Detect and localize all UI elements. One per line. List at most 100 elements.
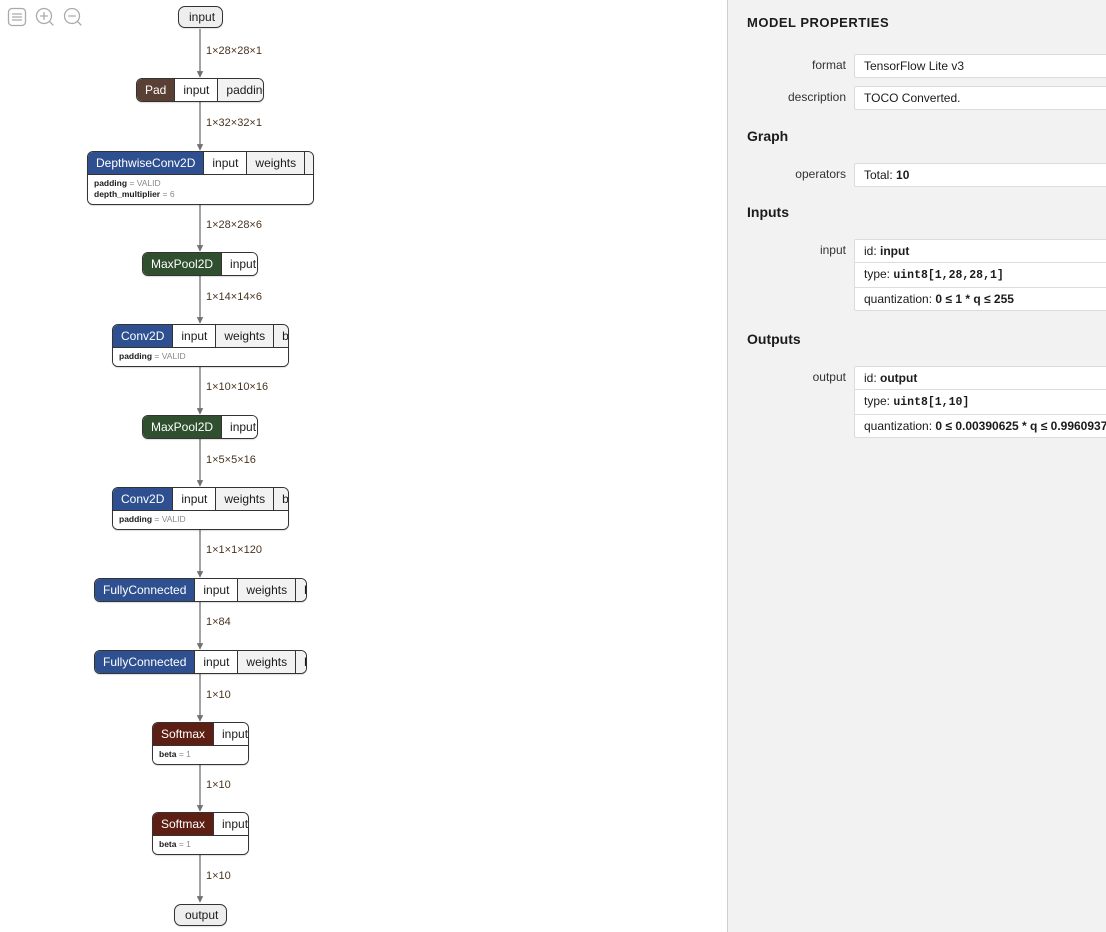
node-attributes: beta = 1: [153, 835, 248, 854]
zoom-out-icon[interactable]: [62, 6, 84, 28]
graph-node-conv2d-2[interactable]: Conv2D input weights bias padding = VALI…: [112, 487, 289, 530]
node-header: FullyConnected input weights bias: [95, 651, 306, 673]
graph-node-output-label: output: [185, 908, 219, 922]
input-id-label: id:: [864, 244, 881, 258]
edge-label: 1×32×32×1: [206, 117, 262, 129]
graph-node-input-label: input: [189, 10, 216, 24]
node-header: FullyConnected input weights bias: [95, 579, 306, 601]
section-heading-outputs: Outputs: [747, 331, 801, 347]
node-arg-weights[interactable]: weights: [215, 488, 274, 510]
property-label: operators: [795, 167, 846, 181]
attribute-value: 1: [186, 839, 191, 849]
edge-label: 1×84: [206, 616, 231, 628]
graph-node-depthwiseconv2d[interactable]: DepthwiseConv2D input weights bias paddi…: [87, 151, 314, 205]
edge-label: 1×1×1×120: [206, 544, 262, 556]
node-arg-input[interactable]: input: [213, 813, 248, 835]
attribute-value: VALID: [161, 351, 186, 361]
node-arg-weights[interactable]: weights: [246, 152, 305, 174]
input-quantization-value: 0 ≤ 1 * q ≤ 255: [935, 292, 1014, 306]
node-arg-input[interactable]: input: [194, 579, 238, 601]
graph-node-conv2d-1[interactable]: Conv2D input weights bias padding = VALI…: [112, 324, 289, 367]
property-label: description: [787, 90, 846, 104]
node-arg-bias[interactable]: bias: [273, 325, 288, 347]
node-type-label: FullyConnected: [95, 651, 195, 673]
node-attribute-row: beta = 1: [159, 839, 191, 849]
input-type-value: uint8[1,28,28,1]: [893, 269, 1004, 282]
operators-total-prefix: Total:: [864, 168, 897, 182]
attribute-key: padding: [119, 351, 153, 361]
node-type-label: Softmax: [153, 723, 214, 745]
node-type-label: Pad: [137, 79, 175, 101]
graph-canvas[interactable]: input Pad input paddings DepthwiseConv2D…: [0, 0, 727, 932]
graph-node-softmax-2[interactable]: Softmax input beta = 1: [152, 812, 249, 855]
section-heading-inputs: Inputs: [747, 204, 789, 220]
graph-node-softmax-1[interactable]: Softmax input beta = 1: [152, 722, 249, 765]
property-label: format: [811, 58, 846, 72]
attribute-value: 6: [169, 189, 175, 199]
node-arg-input[interactable]: input: [172, 488, 216, 510]
attribute-key: padding: [94, 178, 128, 188]
node-arg-bias[interactable]: bias: [304, 152, 313, 174]
node-arg-input[interactable]: input: [203, 152, 247, 174]
attribute-key: padding: [119, 514, 153, 524]
graph-node-output[interactable]: output: [174, 904, 227, 926]
node-header: MaxPool2D input: [143, 416, 257, 438]
edge-label: 1×10×10×16: [206, 381, 269, 393]
property-row-operators: operators Total: 10: [728, 163, 1106, 195]
node-arg-bias[interactable]: bias: [295, 579, 306, 601]
output-type-label: type:: [864, 394, 894, 408]
property-value[interactable]: Total: 10: [854, 163, 1106, 187]
node-attributes: beta = 1: [153, 745, 248, 764]
menu-icon[interactable]: [6, 6, 28, 28]
property-value[interactable]: TensorFlow Lite v3: [854, 54, 1106, 78]
input-id-row[interactable]: id: input: [854, 239, 1106, 262]
node-type-label: Softmax: [153, 813, 214, 835]
node-type-label: FullyConnected: [95, 579, 195, 601]
graph-node-fullyconnected-2[interactable]: FullyConnected input weights bias: [94, 650, 307, 674]
edge-label: 1×14×14×6: [206, 291, 262, 303]
property-row-input: input id: input type: uint8[1,28,28,1] q…: [728, 239, 1106, 311]
node-attributes: padding = VALID: [113, 347, 288, 366]
property-row-output: output id: output type: uint8[1,10] quan…: [728, 366, 1106, 438]
section-heading-graph: Graph: [747, 128, 789, 144]
node-arg-weights[interactable]: weights: [237, 579, 296, 601]
node-header: DepthwiseConv2D input weights bias: [88, 152, 313, 174]
model-properties-sidebar: MODEL PROPERTIES format TensorFlow Lite …: [727, 0, 1106, 932]
node-arg-input[interactable]: input: [221, 416, 257, 438]
node-arg-input[interactable]: input: [213, 723, 248, 745]
graph-node-fullyconnected-1[interactable]: FullyConnected input weights bias: [94, 578, 307, 602]
graph-node-input[interactable]: input: [178, 6, 223, 28]
node-arg-input[interactable]: input: [221, 253, 257, 275]
node-attribute-row: padding = VALID: [94, 178, 161, 188]
node-arg-weights[interactable]: weights: [237, 651, 296, 673]
node-arg-paddings[interactable]: paddings: [217, 79, 263, 101]
graph-node-maxpool2d-1[interactable]: MaxPool2D input: [142, 252, 258, 276]
graph-node-maxpool2d-2[interactable]: MaxPool2D input: [142, 415, 258, 439]
node-arg-bias[interactable]: bias: [295, 651, 306, 673]
node-arg-weights[interactable]: weights: [215, 325, 274, 347]
node-attribute-row: padding = VALID: [119, 514, 186, 524]
attribute-value: VALID: [161, 514, 186, 524]
output-type-row[interactable]: type: uint8[1,10]: [854, 389, 1106, 414]
output-quantization-row[interactable]: quantization: 0 ≤ 0.00390625 * q ≤ 0.996…: [854, 414, 1106, 438]
node-type-label: MaxPool2D: [143, 253, 222, 275]
node-type-label: MaxPool2D: [143, 416, 222, 438]
node-arg-input[interactable]: input: [194, 651, 238, 673]
node-arg-bias[interactable]: bias: [273, 488, 288, 510]
output-id-label: id:: [864, 371, 881, 385]
node-attributes: padding = VALID depth_multiplier = 6: [88, 174, 313, 204]
output-id-row[interactable]: id: output: [854, 366, 1106, 389]
input-quantization-row[interactable]: quantization: 0 ≤ 1 * q ≤ 255: [854, 287, 1106, 311]
graph-edges: [196, 29, 204, 903]
output-detail-group: id: output type: uint8[1,10] quantizatio…: [854, 366, 1106, 438]
node-arg-input[interactable]: input: [172, 325, 216, 347]
node-type-label: Conv2D: [113, 325, 173, 347]
node-type-label: DepthwiseConv2D: [88, 152, 204, 174]
property-label: output: [812, 370, 846, 384]
node-header: Softmax input: [153, 723, 248, 745]
graph-node-pad[interactable]: Pad input paddings: [136, 78, 264, 102]
node-arg-input[interactable]: input: [174, 79, 218, 101]
input-type-row[interactable]: type: uint8[1,28,28,1]: [854, 262, 1106, 287]
property-value[interactable]: TOCO Converted.: [854, 86, 1106, 110]
zoom-in-icon[interactable]: [34, 6, 56, 28]
